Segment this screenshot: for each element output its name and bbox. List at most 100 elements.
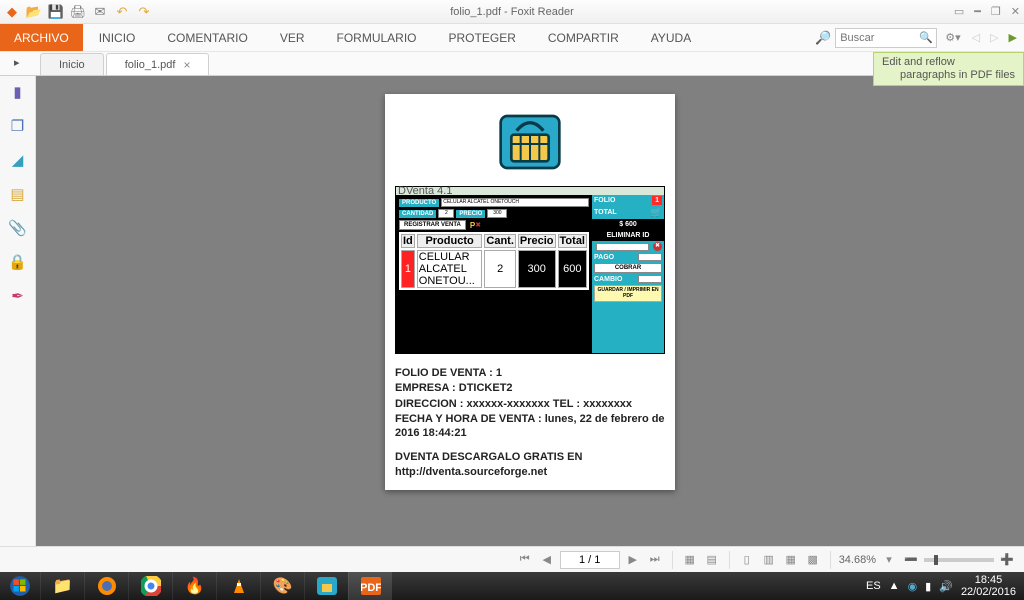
tray-clock[interactable]: 18:45 22/02/2016 [961, 574, 1016, 598]
pages-icon[interactable]: ❐ [8, 116, 28, 136]
undo-icon[interactable]: ↶ [114, 4, 130, 20]
nav-prev-icon[interactable]: ◁ [969, 31, 983, 44]
task-burner[interactable]: 🔥 [172, 572, 216, 600]
menu-bar: ARCHIVO INICIO COMENTARIO VER FORMULARIO… [0, 24, 1024, 52]
last-page-icon[interactable]: ⏭ [646, 551, 664, 569]
security-icon[interactable]: 🔒 [8, 252, 28, 272]
tooltip-line1: Edit and reflow [882, 56, 1015, 69]
zoom-dropdown-icon[interactable]: ▾ [880, 551, 898, 569]
task-chrome[interactable] [128, 572, 172, 600]
menu-ver[interactable]: VER [264, 31, 321, 45]
menu-inicio[interactable]: INICIO [83, 31, 152, 45]
tab-bar: ▸ Inicio folio_1.pdf× Edit and reflow pa… [0, 52, 1024, 76]
document-text-block: FOLIO DE VENTA : 1 EMPRESA : DTICKET2 DI… [395, 366, 665, 480]
tooltip-line2: paragraphs in PDF files [882, 69, 1015, 82]
prev-page-icon[interactable]: ◀ [538, 551, 556, 569]
menu-proteger[interactable]: PROTEGER [433, 31, 532, 45]
zoom-slider[interactable] [924, 558, 994, 562]
status-bar: ⏮ ◀ ▶ ⏭ ▦ ▤ ▯ ▥ ▦ ▩ 34.68% ▾ ➖ ➕ [0, 546, 1024, 572]
layers-icon[interactable]: ◢ [8, 150, 28, 170]
doc-fecha: FECHA Y HORA DE VENTA : lunes, 22 de feb… [395, 412, 665, 441]
task-vlc[interactable] [216, 572, 260, 600]
layout-facing-icon[interactable]: ▦ [782, 551, 800, 569]
next-page-icon[interactable]: ▶ [624, 551, 642, 569]
app-table: IdProductoCant.PrecioTotal 1CELULAR ALCA… [399, 232, 589, 290]
redo-icon[interactable]: ↷ [136, 4, 152, 20]
layout-facing-cont-icon[interactable]: ▩ [804, 551, 822, 569]
app-producto-input: CELULAR ALCATEL ONETOUCH [441, 198, 589, 207]
window-title: folio_1.pdf - Foxit Reader [450, 6, 574, 18]
tab-close-icon[interactable]: × [183, 58, 190, 72]
app-precio-input: 300 [487, 209, 507, 218]
task-explorer[interactable]: 📁 [40, 572, 84, 600]
open-icon[interactable]: 📂 [26, 4, 42, 20]
layout-single-icon[interactable]: ▯ [738, 551, 756, 569]
app-producto-label: PRODUCTO [399, 199, 439, 207]
first-page-icon[interactable]: ⏮ [516, 551, 534, 569]
nav-next-icon[interactable]: ▷ [987, 31, 1001, 44]
title-bar: ◆ 📂 💾 🖨 ✉ ↶ ↷ folio_1.pdf - Foxit Reader… [0, 0, 1024, 24]
app-guardar-button: GUARDAR / IMPRIMIR EN PDF [594, 285, 662, 302]
task-firefox[interactable] [84, 572, 128, 600]
view-mode-2-icon[interactable]: ▤ [703, 551, 721, 569]
find-icon[interactable]: 🔎 [815, 30, 831, 46]
menu-ayuda[interactable]: AYUDA [635, 31, 707, 45]
menu-file[interactable]: ARCHIVO [0, 24, 83, 51]
search-input[interactable] [836, 32, 916, 44]
signature-icon[interactable]: ✒ [8, 286, 28, 306]
view-mode-1-icon[interactable]: ▦ [681, 551, 699, 569]
document-canvas[interactable]: DVenta 4.1 PRODUCTOCELULAR ALCATEL ONETO… [36, 76, 1024, 546]
task-foxit[interactable]: PDF [348, 572, 392, 600]
ribbon-toggle-icon[interactable]: ▭ [954, 5, 964, 18]
mail-icon[interactable]: ✉ [92, 4, 108, 20]
print-icon[interactable]: 🖨 [70, 4, 86, 20]
tray-volume-icon[interactable]: 🔊 [939, 580, 953, 593]
tray-network-icon[interactable]: ▮ [925, 580, 931, 593]
close-icon[interactable]: ✕ [1011, 5, 1020, 18]
app-cantidad-label: CANTIDAD [399, 210, 436, 218]
app-eliminar-input [596, 243, 649, 251]
comments-icon[interactable]: ▤ [8, 184, 28, 204]
app-folio-value: 1 [652, 196, 662, 205]
tab-inicio[interactable]: Inicio [40, 53, 104, 75]
tab-label: Inicio [59, 59, 85, 71]
app-cobrar-button: COBRAR [594, 263, 662, 273]
doc-footer: DVENTA DESCARGALO GRATIS EN http://dvent… [395, 450, 665, 479]
page-number-input[interactable] [560, 551, 620, 569]
search-icon[interactable]: 🔍 [916, 31, 936, 44]
main-area: ▮ ❐ ◢ ▤ 📎 🔒 ✒ DVenta 4.1 [0, 76, 1024, 546]
layout-continuous-icon[interactable]: ▥ [760, 551, 778, 569]
task-dventa[interactable] [304, 572, 348, 600]
app-total-value: $ 600 [592, 219, 664, 230]
doc-direccion: DIRECCION : xxxxxx-xxxxxxx TEL : xxxxxxx… [395, 397, 665, 411]
tray-time: 18:45 [961, 574, 1016, 586]
feature-tooltip: Edit and reflow paragraphs in PDF files [873, 52, 1024, 86]
minimize-icon[interactable]: ━ [974, 5, 981, 18]
menu-comentario[interactable]: COMENTARIO [151, 31, 263, 45]
save-icon[interactable]: 💾 [48, 4, 64, 20]
zoom-out-icon[interactable]: ➖ [902, 551, 920, 569]
tray-flag-icon[interactable]: ▲ [889, 580, 900, 592]
doc-empresa: EMPRESA : DTICKET2 [395, 381, 665, 395]
gear-icon[interactable]: ⚙▾ [941, 31, 964, 44]
menu-compartir[interactable]: COMPARTIR [532, 31, 635, 45]
maximize-icon[interactable]: ❐ [991, 5, 1001, 18]
tray-app-icon[interactable]: ◉ [908, 580, 918, 593]
pdf-page: DVenta 4.1 PRODUCTOCELULAR ALCATEL ONETO… [385, 94, 675, 490]
start-button[interactable] [0, 572, 40, 600]
tab-folio[interactable]: folio_1.pdf × [106, 53, 210, 75]
tab-label: folio_1.pdf [125, 59, 176, 71]
attachment-icon[interactable]: 📎 [8, 218, 28, 238]
side-panel: ▮ ❐ ◢ ▤ 📎 🔒 ✒ [0, 76, 36, 546]
menu-formulario[interactable]: FORMULARIO [321, 31, 433, 45]
taskbar: 📁 🔥 🎨 PDF ES ▲ ◉ ▮ 🔊 18:45 22/02/2016 [0, 572, 1024, 600]
svg-text:PDF: PDF [361, 582, 381, 594]
nav-play-icon[interactable]: ▶ [1006, 31, 1020, 44]
sidebar-toggle-icon[interactable]: ▸ [14, 56, 20, 69]
bookmark-icon[interactable]: ▮ [8, 82, 28, 102]
tray-lang[interactable]: ES [866, 580, 881, 592]
task-paint[interactable]: 🎨 [260, 572, 304, 600]
zoom-in-icon[interactable]: ➕ [998, 551, 1016, 569]
search-box[interactable]: 🔍 [835, 28, 937, 48]
app-icon: ◆ [4, 4, 20, 20]
